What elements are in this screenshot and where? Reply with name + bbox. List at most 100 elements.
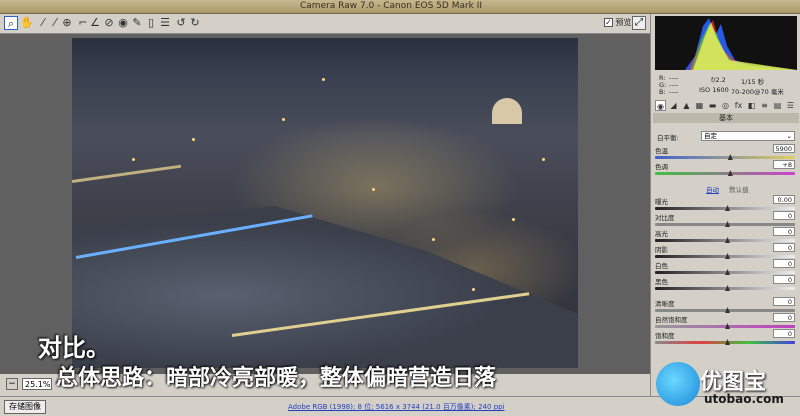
panel-title: 基本 (653, 113, 799, 123)
slider-label: 自然饱和度 (655, 316, 688, 324)
watermark-url: utobao.com (704, 392, 784, 406)
targeted-adjust-icon[interactable]: ⊕ (60, 16, 74, 30)
zoom-tool-icon[interactable]: ⌕ (4, 16, 18, 30)
slider-value[interactable]: 0 (773, 259, 795, 268)
default-link[interactable]: 默认值 (729, 186, 749, 194)
upper-bridge (72, 164, 182, 183)
slider-value[interactable]: 0 (773, 275, 795, 284)
river (72, 206, 578, 368)
histogram-chart (685, 18, 797, 70)
straighten-icon[interactable]: ∠ (88, 16, 102, 30)
slider-label: 对比度 (655, 214, 675, 222)
adjustment-slider[interactable] (655, 237, 795, 243)
tint-row: 色调 +8 (655, 160, 797, 171)
tone-curve-tab-icon[interactable]: ◢ (668, 100, 679, 111)
slider-value[interactable]: 0 (773, 227, 795, 236)
slider-row: 黑色 0 (655, 275, 797, 286)
adjustment-slider[interactable] (655, 339, 795, 345)
zoom-minus-icon[interactable]: − (6, 378, 18, 390)
caption-line-1: 对比。 (38, 334, 110, 362)
preferences-icon[interactable]: ☰ (158, 16, 172, 30)
zoom-level[interactable]: 25.1% (22, 378, 52, 390)
iso: ISO 1600 (699, 86, 729, 94)
slider-label: 阴影 (655, 246, 668, 254)
slider-value[interactable]: 0 (773, 243, 795, 252)
check-icon: ✓ (604, 18, 613, 27)
city-light (132, 158, 135, 161)
slider-row: 阴影 0 (655, 243, 797, 254)
temperature-value[interactable]: 5900 (773, 144, 795, 153)
watermark-logo-icon (656, 362, 700, 406)
rotate-left-icon[interactable]: ↺ (174, 16, 188, 30)
basic-tab-icon[interactable]: ◉ (655, 100, 666, 111)
adjustment-brush-icon[interactable]: ✎ (130, 16, 144, 30)
city-light (372, 188, 375, 191)
fullscreen-icon[interactable]: ⤢ (632, 16, 646, 30)
window-title: Camera Raw 7.0 - Canon EOS 5D Mark II (300, 1, 483, 11)
panel-menu-icon[interactable]: ☰ (785, 100, 796, 111)
spot-removal-icon[interactable]: ⊘ (102, 16, 116, 30)
presets-tab-icon[interactable]: ≡ (759, 100, 770, 111)
snapshots-tab-icon[interactable]: ▤ (772, 100, 783, 111)
city-light (192, 138, 195, 141)
slider-label: 清晰度 (655, 300, 675, 308)
caption-line-2: 总体思路：暗部冷亮部暖，整体偏暗营造日落 (56, 366, 497, 391)
slider-value[interactable]: 0.00 (773, 195, 795, 204)
slider-label: 饱和度 (655, 332, 675, 340)
tint-slider[interactable] (655, 170, 795, 176)
white-balance-label: 白平衡: (657, 132, 701, 142)
adjustment-slider[interactable] (655, 285, 795, 291)
slider-row: 白色 0 (655, 259, 797, 270)
adjustment-slider[interactable] (655, 269, 795, 275)
image-canvas[interactable] (0, 34, 650, 374)
auto-link[interactable]: 自动 (706, 186, 719, 194)
rotate-right-icon[interactable]: ↻ (188, 16, 202, 30)
split-toning-tab-icon[interactable]: ▬ (707, 100, 718, 111)
slider-label: 曝光 (655, 198, 668, 206)
camera-info: R: ---- G: ---- B: ---- f/2.2 1/15 秒 ISO… (655, 72, 797, 98)
b-value: ---- (669, 88, 679, 96)
adjustment-slider[interactable] (655, 253, 795, 259)
adjustment-slider[interactable] (655, 307, 795, 313)
photo-preview (72, 38, 578, 368)
red-eye-icon[interactable]: ◉ (116, 16, 130, 30)
camera-calibration-tab-icon[interactable]: ◧ (746, 100, 757, 111)
slider-row: 饱和度 0 (655, 329, 797, 340)
slider-value[interactable]: 0 (773, 329, 795, 338)
save-image-button[interactable]: 存储图像 (4, 400, 46, 414)
workflow-options-link[interactable]: Adobe RGB (1998); 8 位; 5616 x 3744 (21.0… (288, 402, 505, 412)
slider-label: 黑色 (655, 278, 668, 286)
slider-label: 高光 (655, 230, 668, 238)
tint-value[interactable]: +8 (773, 160, 795, 169)
preview-checkbox[interactable]: ✓ 预览 (604, 17, 632, 28)
slider-row: 曝光 0.00 (655, 195, 797, 206)
title-bar: Camera Raw 7.0 - Canon EOS 5D Mark II (0, 0, 800, 14)
temperature-row: 色温 5900 (655, 144, 797, 155)
slider-value[interactable]: 0 (773, 211, 795, 220)
auto-default-links: 自动 默认值 (706, 184, 757, 194)
slider-value[interactable]: 0 (773, 297, 795, 306)
shutter: 1/15 秒 (741, 78, 765, 86)
city-light (512, 218, 515, 221)
temperature-label: 色温 (655, 147, 668, 155)
adjustment-slider[interactable] (655, 205, 795, 211)
graduated-filter-icon[interactable]: ▯ (144, 16, 158, 30)
temperature-slider[interactable] (655, 154, 795, 160)
adjustment-slider[interactable] (655, 221, 795, 227)
toolbar: ⌕ ✋ ⁄ ⁄ ⊕ ⌐ ∠ ⊘ ◉ ✎ ▯ ☰ ↺ ↻ ✓ 预览 ⤢ (0, 14, 650, 34)
effects-tab-icon[interactable]: fx (733, 100, 744, 111)
b-label: B: (659, 88, 666, 96)
wb-label: 白平衡: (657, 134, 679, 142)
city-light (472, 288, 475, 291)
lens-tab-icon[interactable]: ◎ (720, 100, 731, 111)
slider-value[interactable]: 0 (773, 313, 795, 322)
white-balance-select[interactable]: 自定 ⌄ (701, 131, 795, 141)
hand-tool-icon[interactable]: ✋ (20, 16, 34, 30)
city-light (282, 118, 285, 121)
tint-label: 色调 (655, 163, 668, 171)
city-light (432, 238, 435, 241)
detail-tab-icon[interactable]: ▲ (681, 100, 692, 111)
cathedral-dome (492, 98, 522, 124)
hsl-tab-icon[interactable]: ▦ (694, 100, 705, 111)
adjustment-slider[interactable] (655, 323, 795, 329)
